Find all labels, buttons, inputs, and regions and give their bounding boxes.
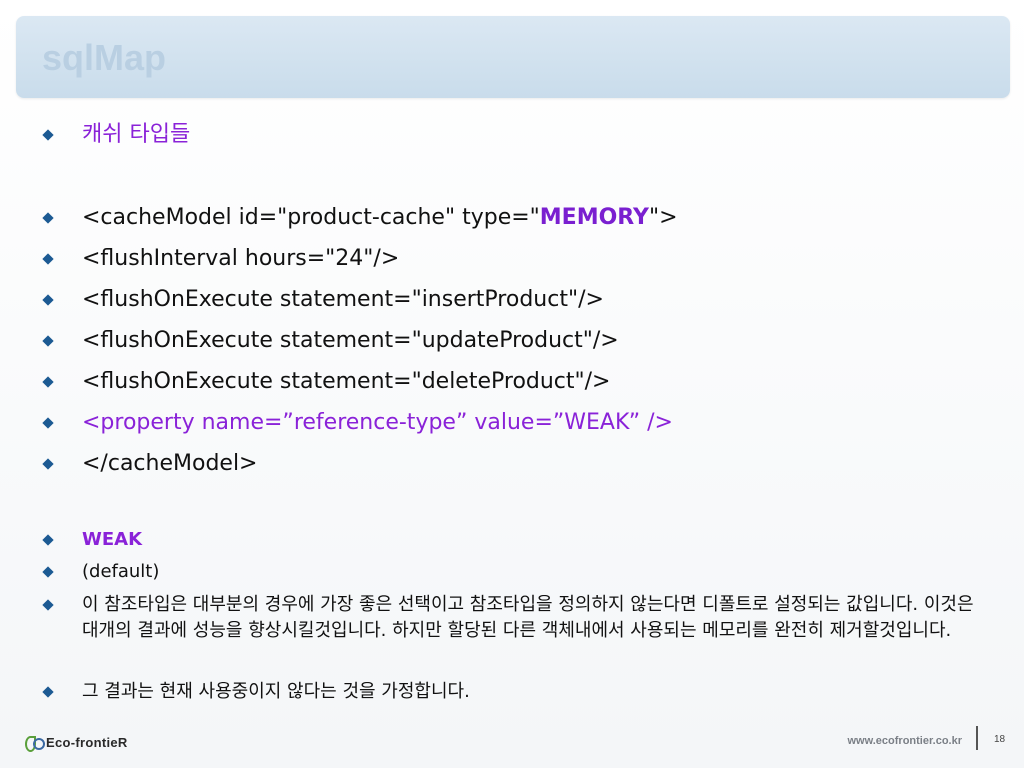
note-text: 그 결과는 현재 사용중이지 않다는 것을 가정합니다.: [82, 681, 470, 702]
code-text: <cacheModel id="product-cache" type="MEM…: [82, 203, 678, 233]
diamond-bullet-icon: [42, 458, 54, 470]
note-item: 이 참조타입은 대부분의 경우에 가장 좋은 선택이고 참조타입을 정의하지 않…: [42, 592, 992, 644]
diamond-bullet-icon: [42, 599, 54, 611]
code-suffix: ">: [648, 205, 678, 230]
code-line: <flushOnExecute statement="insertProduct…: [42, 285, 992, 315]
code-line: <cacheModel id="product-cache" type="MEM…: [42, 203, 992, 233]
code-text: <flushOnExecute statement="deleteProduct…: [82, 369, 611, 394]
diamond-bullet-icon: [42, 417, 54, 429]
code-line-property: <property name=”reference-type” value=”W…: [42, 408, 992, 438]
code-line: <flushOnExecute statement="updateProduct…: [42, 326, 992, 356]
note-item: 그 결과는 현재 사용중이지 않다는 것을 가정합니다.: [42, 679, 992, 705]
code-line: <flushInterval hours="24"/>: [42, 244, 992, 274]
code-prefix: <cacheModel id="product-cache" type=": [82, 205, 540, 230]
company-logo: Eco-frontieR: [24, 733, 128, 752]
code-text: </cacheModel>: [82, 451, 258, 476]
diamond-bullet-icon: [42, 212, 54, 224]
diamond-bullet-icon: [42, 129, 54, 141]
diamond-bullet-icon: [42, 534, 54, 546]
code-line: </cacheModel>: [42, 449, 992, 479]
heading-text: 캐쉬 타입들: [82, 122, 191, 147]
footer-divider: [976, 726, 978, 750]
code-text: <flushOnExecute statement="updateProduct…: [82, 328, 619, 353]
slide-title: sqlMap: [42, 37, 167, 78]
heading-item: 캐쉬 타입들: [42, 120, 992, 150]
code-text: <flushOnExecute statement="insertProduct…: [82, 287, 604, 312]
diamond-bullet-icon: [42, 294, 54, 306]
diamond-bullet-icon: [42, 253, 54, 265]
diamond-bullet-icon: [42, 335, 54, 347]
note-item: (default): [42, 559, 992, 585]
code-highlight: MEMORY: [539, 205, 649, 230]
code-text: <property name=”reference-type” value=”W…: [82, 410, 673, 435]
logo-text: Eco-frontieR: [46, 734, 128, 750]
logo-icon: [24, 734, 45, 752]
note-text: WEAK: [82, 529, 143, 550]
code-text: <flushInterval hours="24"/>: [82, 246, 400, 271]
footer-url: www.ecofrontier.co.kr: [847, 735, 962, 747]
note-item: WEAK: [42, 527, 992, 553]
diamond-bullet-icon: [42, 376, 54, 388]
note-text: (default): [82, 561, 160, 582]
page-number: 18: [994, 734, 1006, 745]
diamond-bullet-icon: [42, 566, 54, 578]
code-line: <flushOnExecute statement="deleteProduct…: [42, 367, 992, 397]
diamond-bullet-icon: [42, 686, 54, 698]
note-text: 이 참조타입은 대부분의 경우에 가장 좋은 선택이고 참조타입을 정의하지 않…: [82, 594, 974, 641]
